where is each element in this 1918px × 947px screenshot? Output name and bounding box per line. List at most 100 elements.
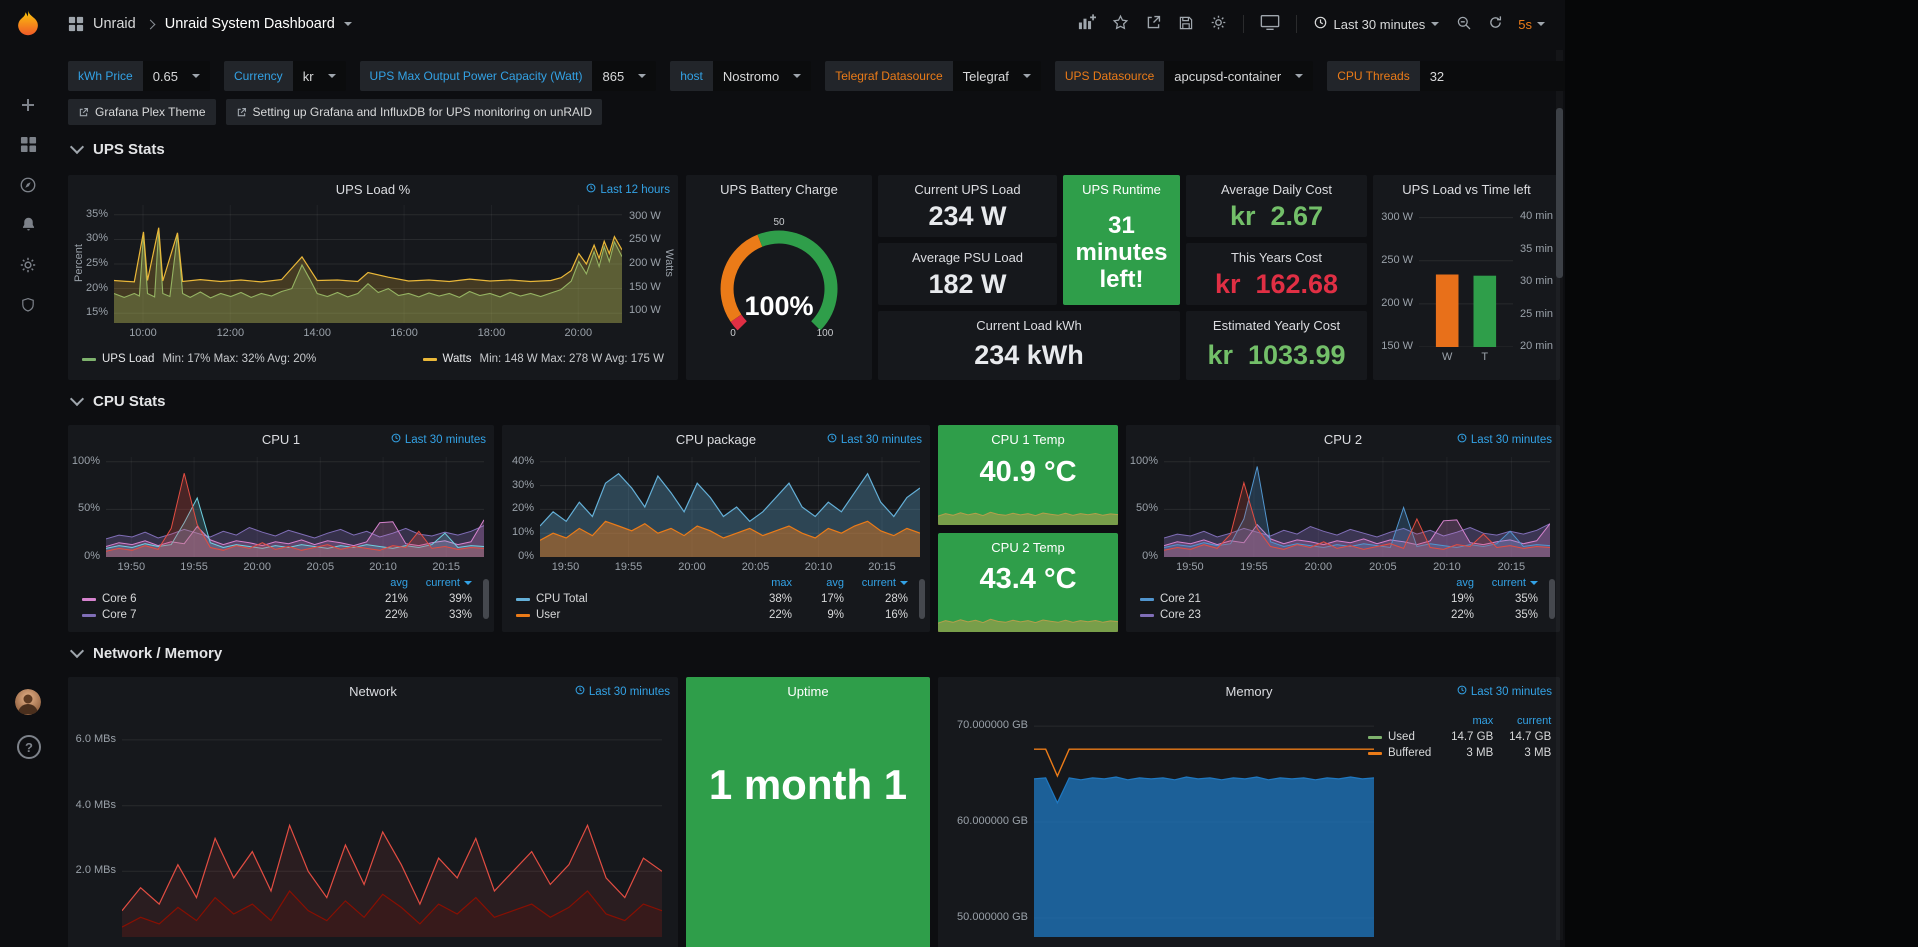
legend-label: UPS Load xyxy=(102,353,154,365)
legend-item[interactable]: Core 6 xyxy=(82,593,354,605)
time-picker[interactable]: Last 30 minutes xyxy=(1306,10,1447,38)
navbar-actions: Last 30 minutes 5s xyxy=(1070,7,1565,41)
panel-title[interactable]: Uptime xyxy=(686,684,930,699)
axis-tick: 25% xyxy=(86,257,108,269)
stat-value: 234 W xyxy=(878,195,1057,237)
panel-title[interactable]: UPS Runtime xyxy=(1063,182,1180,197)
panel-time-range[interactable]: Last 12 hours xyxy=(586,183,670,196)
gear-icon xyxy=(1210,14,1227,34)
sidebar-item-explore[interactable] xyxy=(0,168,56,206)
variable-value-dropdown[interactable]: 865 xyxy=(592,61,656,91)
caret-down-icon xyxy=(328,74,336,78)
panel-time-range[interactable]: Last 30 minutes xyxy=(391,433,486,446)
variable-telegraf-datasource: Telegraf Datasource Telegraf xyxy=(825,61,1041,91)
axis-tick: 100% xyxy=(72,455,100,467)
legend-header-current[interactable]: current xyxy=(1474,577,1538,589)
axis-tick: 30 min xyxy=(1520,275,1553,287)
clock-icon xyxy=(586,183,596,196)
legend-item[interactable]: Used xyxy=(1368,731,1431,743)
legend-item[interactable]: Buffered xyxy=(1368,747,1431,759)
legend-header-avg[interactable]: avg xyxy=(1420,577,1474,589)
refresh-button[interactable] xyxy=(1481,9,1510,39)
legend-header-current[interactable]: current xyxy=(844,577,908,589)
zoom-out-time-button[interactable] xyxy=(1449,9,1479,40)
legend-item[interactable]: UPS LoadMin: 17% Max: 32% Avg: 20% xyxy=(82,353,316,365)
star-dashboard-button[interactable] xyxy=(1105,8,1136,40)
variable-value-dropdown[interactable]: kr xyxy=(293,61,346,91)
legend-scrollbar[interactable] xyxy=(1549,579,1555,619)
scrollbar-thumb[interactable] xyxy=(1556,108,1563,278)
grafana-logo[interactable] xyxy=(13,9,43,39)
row-header-cpu-stats[interactable]: CPU Stats xyxy=(72,393,166,410)
dashboard-title[interactable]: Unraid System Dashboard xyxy=(165,16,335,32)
axis-tick: 20% xyxy=(512,502,534,514)
ups-bars-chart[interactable]: 300 W250 W200 W150 W40 min35 min30 min25… xyxy=(1419,209,1513,347)
chevron-right-icon xyxy=(145,19,155,29)
gauge-tick: 100 xyxy=(815,328,835,339)
variable-host: host Nostromo xyxy=(670,61,811,91)
sidebar-item-configuration[interactable] xyxy=(0,248,56,286)
variable-value-dropdown[interactable]: 0.65 xyxy=(143,61,210,91)
share-dashboard-button[interactable] xyxy=(1138,8,1169,40)
share-icon xyxy=(1145,14,1162,34)
variable-value-dropdown[interactable]: apcupsd-container xyxy=(1164,61,1313,91)
sidebar-item-create[interactable] xyxy=(0,88,56,126)
legend-item[interactable]: WattsMin: 148 W Max: 278 W Avg: 175 W xyxy=(423,353,664,365)
axis-tick: 20:00 xyxy=(556,327,600,339)
panel-title[interactable]: UPS Battery Charge xyxy=(686,182,872,197)
legend-item[interactable]: User xyxy=(516,609,740,621)
panel-current-ups-load: Current UPS Load 234 W xyxy=(878,175,1057,237)
user-avatar[interactable] xyxy=(15,689,41,715)
legend-scrollbar[interactable] xyxy=(919,579,925,619)
legend-header-avg[interactable]: avg xyxy=(354,577,408,589)
caret-down-icon[interactable] xyxy=(344,22,352,26)
cpu-threads-input[interactable] xyxy=(1420,61,1565,91)
breadcrumb-folder[interactable]: Unraid xyxy=(93,16,136,32)
cpu1-chart[interactable]: 100%50%0%19:5019:5520:0020:0520:1020:15 xyxy=(106,457,484,557)
panel-cpu-1-temp: CPU 1 Temp 40.9 °C xyxy=(938,425,1118,525)
cpu-package-chart[interactable]: 40%30%20%10%0%19:5019:5520:0020:0520:102… xyxy=(540,457,920,557)
legend-item[interactable]: Core 21 xyxy=(1140,593,1420,605)
panel-time-range[interactable]: Last 30 minutes xyxy=(827,433,922,446)
ups-load-chart[interactable]: 35%30%25%20%15%300 W250 W200 W150 W100 W… xyxy=(114,205,622,323)
dashboard-link-plex-theme[interactable]: Grafana Plex Theme xyxy=(68,99,216,125)
sidebar-item-server-admin[interactable] xyxy=(0,288,56,326)
cpu2-chart[interactable]: 100%50%0%19:5019:5520:0020:0520:1020:15 xyxy=(1164,457,1550,557)
legend-item[interactable]: CPU Total xyxy=(516,593,740,605)
cycle-view-mode-button[interactable] xyxy=(1253,8,1287,40)
legend-header-current[interactable]: current xyxy=(1493,715,1551,727)
legend-item[interactable]: Core 7 xyxy=(82,609,354,621)
help-icon[interactable] xyxy=(17,735,41,759)
variable-value-dropdown[interactable]: Nostromo xyxy=(713,61,811,91)
series-color-dash xyxy=(1368,736,1382,739)
save-dashboard-button[interactable] xyxy=(1171,9,1201,40)
row-header-ups-stats[interactable]: UPS Stats xyxy=(72,141,165,158)
legend-header-avg[interactable]: avg xyxy=(792,577,844,589)
panel-time-range[interactable]: Last 30 minutes xyxy=(575,685,670,698)
legend-header-max[interactable]: max xyxy=(1431,715,1493,727)
variable-value-dropdown[interactable]: Telegraf xyxy=(953,61,1041,91)
legend-header-max[interactable]: max xyxy=(740,577,792,589)
axis-tick: 150 W xyxy=(1381,340,1413,352)
panel-ups-load: UPS Load % Last 12 hours Percent Watts 3… xyxy=(68,175,678,380)
sidebar-item-alerting[interactable] xyxy=(0,208,56,246)
row-header-network-memory[interactable]: Network / Memory xyxy=(72,645,222,662)
panel-time-range[interactable]: Last 30 minutes xyxy=(1457,685,1552,698)
dashboard-grid-icon xyxy=(68,16,84,32)
dashboard-link-ups-guide[interactable]: Setting up Grafana and InfluxDB for UPS … xyxy=(226,99,603,125)
panel-title[interactable]: UPS Load vs Time left xyxy=(1373,182,1560,197)
memory-chart[interactable]: 70.000000 GB60.000000 GB50.000000 GB xyxy=(1034,707,1374,937)
add-panel-button[interactable] xyxy=(1070,7,1103,41)
panel-time-range[interactable]: Last 30 minutes xyxy=(1457,433,1552,446)
gear-icon xyxy=(19,256,37,279)
page-scrollbar[interactable] xyxy=(1556,50,1563,940)
legend-header-current[interactable]: current xyxy=(408,577,472,589)
dashboard-settings-button[interactable] xyxy=(1203,8,1234,40)
axis-tick: 250 W xyxy=(629,233,661,245)
sidebar-item-dashboards[interactable] xyxy=(0,128,56,166)
legend-scrollbar[interactable] xyxy=(483,579,489,619)
network-chart[interactable]: 6.0 MBs4.0 MBs2.0 MBs xyxy=(122,707,662,937)
legend-item[interactable]: Core 23 xyxy=(1140,609,1420,621)
temp-sparkline xyxy=(938,606,1118,632)
refresh-interval-dropdown[interactable]: 5s xyxy=(1512,11,1551,38)
